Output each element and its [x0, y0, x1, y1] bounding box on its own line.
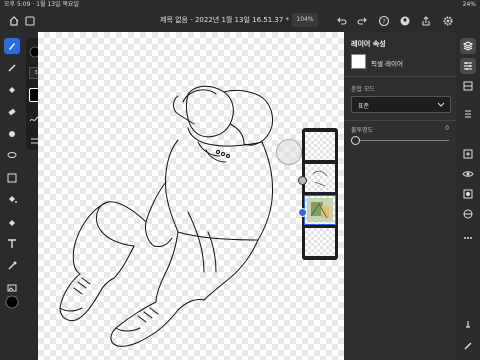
color-swatch[interactable]: [4, 294, 20, 310]
selection-tool-icon[interactable]: [4, 214, 20, 230]
fill-tool-icon[interactable]: [4, 82, 20, 98]
chevron-down-icon: [437, 102, 445, 107]
smudge-tool-icon[interactable]: [4, 60, 20, 76]
home-icon[interactable]: [6, 13, 22, 29]
drawing-canvas[interactable]: [38, 32, 344, 360]
undo-icon[interactable]: [334, 13, 350, 29]
left-toolbar: [0, 32, 24, 360]
layer-thumbnail[interactable]: [305, 228, 335, 256]
add-layer-icon[interactable]: [460, 146, 476, 162]
settings-gear-icon[interactable]: [440, 13, 456, 29]
opacity-slider-knob[interactable]: [351, 136, 360, 145]
brush-tool-icon[interactable]: [4, 38, 20, 54]
zoom-level[interactable]: 104%: [292, 13, 318, 27]
transform-tool-icon[interactable]: [4, 170, 20, 186]
mixer-tool-icon[interactable]: [4, 126, 20, 142]
divider: [344, 76, 456, 77]
layer-name[interactable]: 픽셀 레이어: [371, 58, 403, 68]
layer-preview: [351, 54, 366, 69]
status-time: 오후 5:09 · 1월 13일 목요일: [4, 1, 80, 8]
eyedropper-icon[interactable]: [4, 258, 20, 274]
layer-visibility-toggle[interactable]: [298, 176, 307, 185]
clipping-icon[interactable]: [460, 206, 476, 222]
line-art-drawing: [59, 85, 273, 347]
divider: [344, 120, 456, 121]
share-icon[interactable]: [418, 13, 434, 29]
list-icon[interactable]: [460, 106, 476, 122]
layers-app-icon[interactable]: [22, 13, 38, 29]
pencil-icon[interactable]: [460, 338, 476, 354]
paint-bucket-icon[interactable]: [4, 192, 20, 208]
blend-mode-value: 표준: [358, 103, 370, 110]
brush-cursor: [276, 139, 302, 165]
layers-icon[interactable]: [460, 38, 476, 54]
right-icon-bar: [456, 32, 480, 360]
account-icon[interactable]: [397, 13, 413, 29]
layer-visibility-toggle-active[interactable]: [298, 208, 307, 217]
grid-icon[interactable]: [460, 78, 476, 94]
blend-mode-dropdown[interactable]: 표준: [351, 96, 451, 113]
mask-icon[interactable]: [460, 186, 476, 202]
top-toolbar: 제목 없음 - 2022년 1월 13일 16.51.37 * 104% ?: [0, 10, 480, 32]
adjustments-icon[interactable]: [460, 58, 476, 74]
layer-stack: [298, 128, 338, 260]
layer-thumbnail[interactable]: [305, 132, 335, 160]
battery-status: 24%: [462, 1, 476, 8]
eraser-tool-icon[interactable]: [4, 104, 20, 120]
layer-thumbnail[interactable]: [305, 164, 335, 192]
text-tool-icon[interactable]: [4, 236, 20, 252]
lasso-tool-icon[interactable]: [4, 148, 20, 164]
more-options-icon[interactable]: [460, 230, 476, 246]
panel-title: 레이어 속성: [351, 40, 386, 48]
layer-thumbnail-selected[interactable]: [304, 195, 336, 225]
document-title[interactable]: 제목 없음 - 2022년 1월 13일 16.51.37 *: [160, 15, 289, 25]
opacity-label: 불투명도: [351, 127, 374, 134]
visibility-eye-icon[interactable]: [460, 166, 476, 182]
layer-properties-panel: 레이어 속성 픽셀 레이어 혼합 모드 표준 불투명도 0: [344, 32, 456, 360]
stamp-icon[interactable]: [460, 316, 476, 332]
redo-icon[interactable]: [354, 13, 370, 29]
opacity-slider-track[interactable]: [356, 140, 449, 141]
opacity-value: 0: [445, 125, 449, 132]
status-bar: 오후 5:09 · 1월 13일 목요일 24%: [0, 0, 480, 10]
svg-text:?: ?: [382, 18, 385, 25]
blend-mode-label: 혼합 모드: [351, 86, 375, 93]
help-icon[interactable]: ?: [376, 13, 392, 29]
